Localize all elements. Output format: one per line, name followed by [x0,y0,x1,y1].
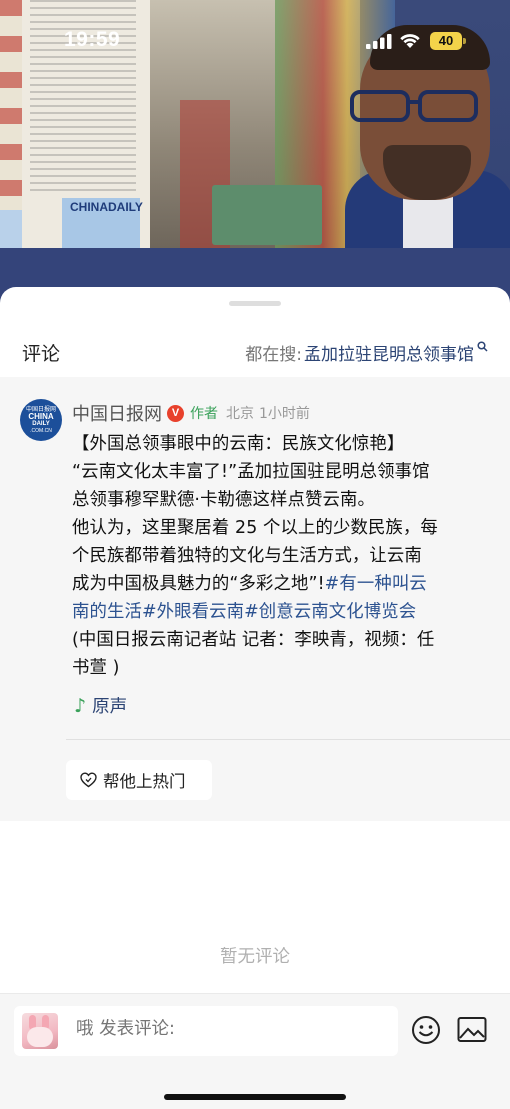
image-icon[interactable] [457,1016,487,1044]
author-name[interactable]: 中国日报网 [72,400,162,426]
hashtag-link[interactable]: #有一种叫云 [325,574,427,594]
hashtag-link[interactable]: #创意云南文化博览会 [244,602,416,622]
avatar-text-daily: DAILY [32,421,50,427]
post-line: 总领事穆罕默德·卡勒德这样点赞云南。 [72,490,375,510]
post-line: “云南文化太丰富了!”孟加拉国驻昆明总领事馆 [72,462,430,482]
music-note-icon: ♪ [74,694,87,717]
avatar-text-domain: .COM.CN [30,428,52,434]
comment-sheet: 评论 都在搜: 孟加拉驻昆明总领事馆 中国日报网 CHINA DAILY .CO… [0,287,510,1109]
battery-tip [463,38,466,44]
comment-input[interactable] [76,1019,376,1039]
post-credit: 书萱 ) [72,658,120,678]
trending-search-link[interactable]: 都在搜: 孟加拉驻昆明总领事馆 [245,340,488,365]
post-meta: 中国日报网 V 作者 北京 1小时前 [72,401,310,425]
post-line: 【外国总领事眼中的云南：民族文化惊艳】 [72,434,405,454]
author-tag: 作者 [190,406,218,422]
battery-indicator: 40 [430,32,462,50]
status-time: 19:59 [64,28,121,51]
comment-sheet-header: 评论 都在搜: 孟加拉驻昆明总领事馆 [0,323,510,377]
verified-badge-icon: V [167,404,184,422]
post-line: 个民族都带着独特的文化与生活方式，让云南 [72,546,422,566]
home-indicator[interactable] [164,1094,346,1100]
comments-title: 评论 [22,343,61,365]
comment-input-wrapper[interactable] [14,1006,398,1056]
comment-input-bar [0,993,510,1109]
divider [66,739,510,740]
no-comments-text: 暂无评论 [220,947,290,967]
post-line: 他认为，这里聚居着 25 个以上的少数民族，每 [72,518,438,538]
cellular-signal-icon [366,34,392,49]
post-location: 北京 [226,406,254,422]
boost-label: 帮他上热门 [103,772,186,791]
user-avatar [22,1013,58,1049]
boost-button[interactable]: 帮他上热门 [66,760,212,800]
author-post: 中国日报网 CHINA DAILY .COM.CN 中国日报网 V 作者 北京 … [0,377,510,821]
post-credit: (中国日报云南记者站 记者：李映青，视频：任 [72,630,435,650]
post-time: 1小时前 [259,406,310,422]
glasses-shape [350,90,478,122]
poster-brand-logo: CHINADAILY [70,200,143,214]
post-body: 【外国总领事眼中的云南：民族文化惊艳】 “云南文化太丰富了!”孟加拉国驻昆明总领… [72,430,490,682]
original-audio-link[interactable]: ♪ 原声 [74,693,127,718]
search-prefix: 都在搜: [245,345,302,365]
search-term[interactable]: 孟加拉驻昆明总领事馆 [304,340,474,365]
search-icon [477,341,488,352]
post-line: 成为中国极具魅力的“多彩之地”! [72,574,325,594]
hashtag-link[interactable]: 南的生活 [72,602,142,622]
status-bar: 19:59 40 [0,0,510,84]
hashtag-link[interactable]: #外眼看云南 [142,602,244,622]
heart-icon [80,772,97,788]
emoji-icon[interactable] [411,1015,441,1045]
original-audio-label: 原声 [92,697,128,717]
sheet-drag-handle[interactable] [229,301,281,306]
wifi-icon [400,34,420,48]
author-avatar[interactable]: 中国日报网 CHINA DAILY .COM.CN [20,399,62,441]
avatar-text-china: CHINA [28,412,54,421]
